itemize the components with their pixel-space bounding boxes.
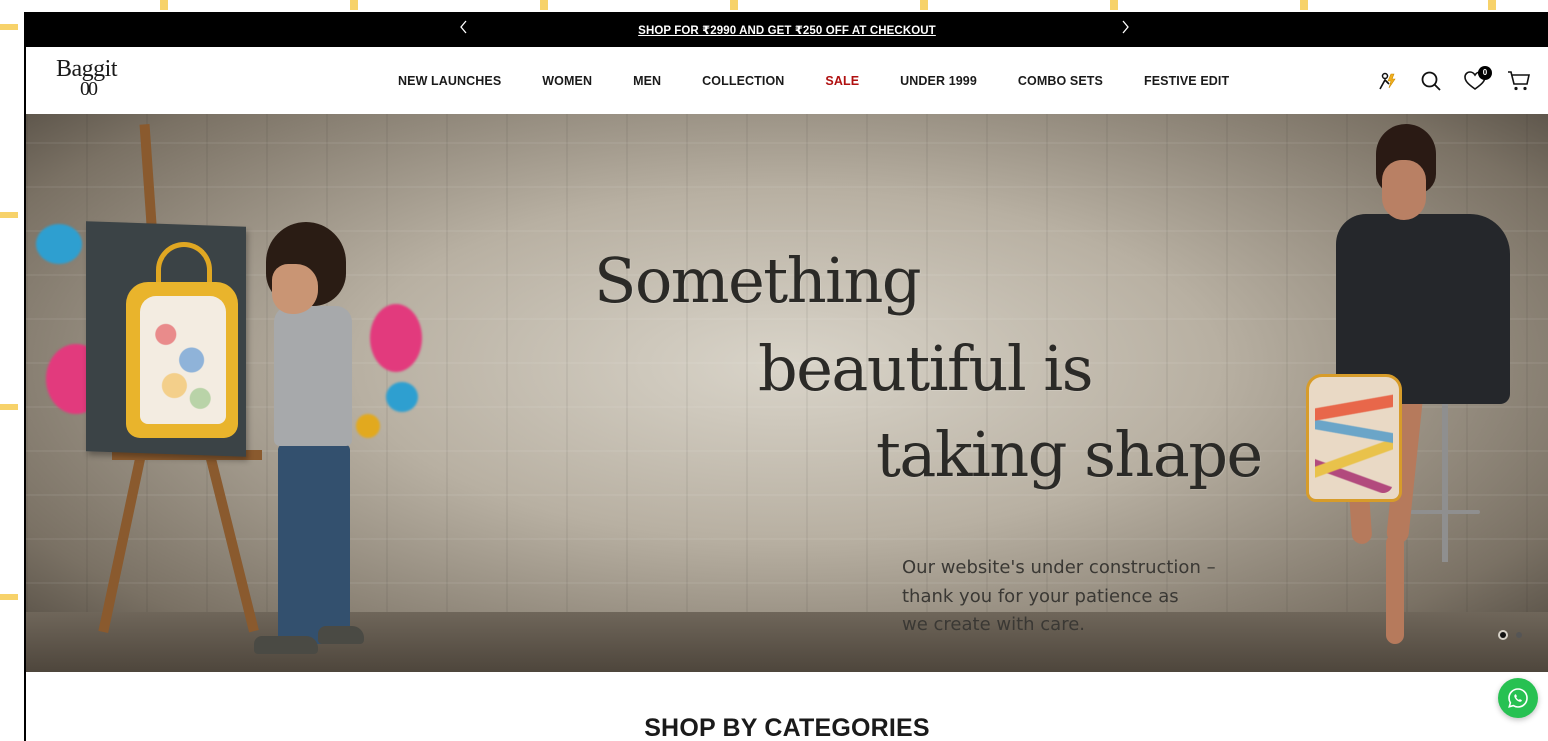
kid-face bbox=[272, 264, 318, 314]
hero-subtext-line: Our website's under construction – bbox=[902, 557, 1216, 578]
header-icons: 0 bbox=[1374, 47, 1532, 114]
paint-splash bbox=[36, 224, 82, 264]
painted-bag-image bbox=[1306, 374, 1402, 502]
decor-dash bbox=[0, 404, 18, 410]
paint-splash bbox=[356, 414, 380, 438]
decor-dash bbox=[730, 0, 738, 10]
kid-shoe bbox=[254, 636, 318, 654]
nav-collection[interactable]: COLLECTION bbox=[702, 74, 784, 88]
nav-under-1999[interactable]: UNDER 1999 bbox=[900, 74, 977, 88]
slider-dot-2[interactable] bbox=[1516, 632, 1522, 638]
stool-ring bbox=[1410, 510, 1480, 514]
wishlist-count-badge: 0 bbox=[1478, 65, 1492, 80]
whatsapp-chat-button[interactable] bbox=[1498, 678, 1538, 718]
whatsapp-icon bbox=[1508, 688, 1528, 708]
hero-subtext-line: we create with care. bbox=[902, 614, 1086, 635]
search-button[interactable] bbox=[1418, 68, 1444, 94]
chevron-right-icon bbox=[1122, 20, 1129, 34]
shop-by-categories-heading: SHOP BY CATEGORIES bbox=[644, 714, 930, 741]
hero-headline-line-3: taking shape bbox=[876, 418, 1263, 491]
decor-dash bbox=[160, 0, 168, 10]
kid-shoe bbox=[318, 626, 364, 644]
main-nav: NEW LAUNCHES WOMEN MEN COLLECTION SALE U… bbox=[398, 47, 1229, 114]
site-header: Baggit 00 NEW LAUNCHES WOMEN MEN COLLECT… bbox=[26, 47, 1548, 114]
hero-subtext-line: thank you for your patience as bbox=[902, 585, 1179, 607]
kid-shirt bbox=[274, 306, 352, 446]
yellow-backpack-image bbox=[126, 282, 238, 438]
decor-dash bbox=[0, 24, 18, 30]
flash-sale-button[interactable] bbox=[1374, 68, 1400, 94]
slider-dot-1[interactable] bbox=[1500, 632, 1506, 638]
cart-icon bbox=[1508, 70, 1530, 90]
decor-dash bbox=[350, 0, 358, 10]
hero-banner[interactable]: Something beautiful is taking shape Our … bbox=[26, 114, 1548, 672]
nav-men[interactable]: MEN bbox=[633, 74, 661, 88]
paint-splash bbox=[370, 304, 422, 372]
announcement-next-button[interactable] bbox=[1115, 17, 1135, 37]
decor-dash bbox=[1110, 0, 1118, 10]
stool-post bbox=[1442, 402, 1448, 562]
woman-face bbox=[1382, 160, 1426, 220]
announcement-prev-button[interactable] bbox=[454, 17, 474, 37]
site-container: SHOP FOR ₹2990 AND GET ₹250 OFF AT CHECK… bbox=[24, 12, 1548, 741]
backpack-pattern bbox=[140, 296, 226, 424]
hero-headline-line-2: beautiful is bbox=[758, 332, 1094, 405]
nav-festive-edit[interactable]: FESTIVE EDIT bbox=[1144, 74, 1229, 88]
nav-sale[interactable]: SALE bbox=[825, 74, 859, 88]
chevron-left-icon bbox=[460, 20, 467, 34]
hero-slider-dots bbox=[1500, 632, 1522, 638]
bag-pattern bbox=[1315, 383, 1393, 493]
announcement-bar: SHOP FOR ₹2990 AND GET ₹250 OFF AT CHECK… bbox=[26, 12, 1548, 47]
nav-women[interactable]: WOMEN bbox=[542, 74, 592, 88]
nav-new-launches[interactable]: NEW LAUNCHES bbox=[398, 74, 501, 88]
kid-jeans bbox=[278, 444, 350, 644]
cart-button[interactable] bbox=[1506, 68, 1532, 94]
announcement-link[interactable]: SHOP FOR ₹2990 AND GET ₹250 OFF AT CHECK… bbox=[638, 23, 936, 37]
flash-sale-icon bbox=[1379, 72, 1396, 89]
decor-dash bbox=[540, 0, 548, 10]
decor-dash bbox=[0, 594, 18, 600]
nav-combo-sets[interactable]: COMBO SETS bbox=[1018, 74, 1103, 88]
logo-mark: 00 bbox=[80, 78, 98, 100]
decor-dash bbox=[0, 212, 18, 218]
hero-headline-line-1: Something bbox=[594, 244, 922, 317]
brand-logo[interactable]: Baggit 00 bbox=[56, 57, 122, 107]
decor-dash bbox=[1488, 0, 1496, 10]
woman-leg bbox=[1386, 534, 1404, 644]
search-icon bbox=[1421, 71, 1441, 91]
hero-subtext: Our website's under construction – thank… bbox=[902, 554, 1222, 640]
paint-splash bbox=[386, 382, 418, 412]
wishlist-button[interactable]: 0 bbox=[1462, 65, 1492, 94]
decor-dash bbox=[1300, 0, 1308, 10]
decor-dash bbox=[920, 0, 928, 10]
